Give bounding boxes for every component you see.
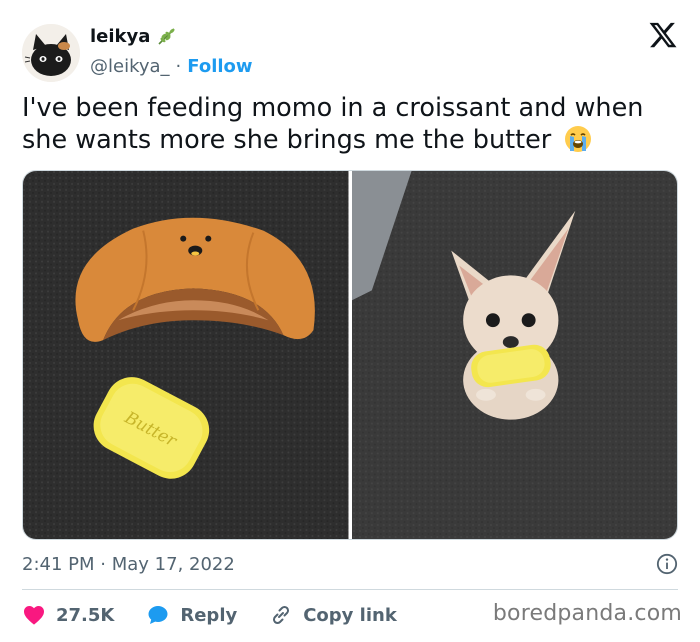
tweet-body: I've been feeding momo in a croissant an…: [22, 93, 644, 155]
link-icon: [273, 605, 290, 625]
author-display-name[interactable]: leikya: [90, 26, 150, 47]
black-cat-avatar-icon: [22, 24, 80, 82]
reply-label: Reply: [180, 604, 238, 626]
loudly-crying-face-icon: [563, 124, 593, 162]
x-logo-icon[interactable]: [648, 20, 678, 50]
reply-button[interactable]: Reply: [146, 603, 237, 627]
like-button[interactable]: 27.5K: [22, 603, 114, 627]
heart-icon: [24, 606, 44, 625]
watermark: boredpanda.com: [492, 601, 682, 626]
author-handle-row: @leikya_ · Follow: [90, 54, 253, 78]
timestamp-row: 2:41 PM · May 17, 2022: [22, 552, 678, 576]
separator-dot: ·: [175, 55, 182, 77]
follow-button[interactable]: Follow: [187, 56, 252, 77]
chihuahua-with-butter-toy-image: [351, 171, 677, 539]
author-name-row: leikya: [90, 24, 253, 48]
reply-bubble-icon: [148, 606, 168, 624]
like-count: 27.5K: [56, 604, 115, 626]
divider: [22, 589, 678, 590]
author-handle[interactable]: @leikya_: [90, 56, 170, 77]
media-image-dog[interactable]: [351, 171, 677, 539]
herb-icon: [158, 28, 175, 45]
tweet-text: I've been feeding momo in a croissant an…: [22, 92, 662, 162]
author-info: leikya @leikya_ · Follow: [90, 24, 253, 78]
tweet-date: May 17, 2022: [111, 553, 235, 575]
tweet-time: 2:41 PM: [22, 553, 95, 575]
croissant-plush-toy-image: Butter: [23, 171, 349, 539]
tweet-media[interactable]: Butter: [22, 170, 678, 540]
media-image-croissant[interactable]: Butter: [23, 171, 349, 539]
info-icon[interactable]: [656, 553, 678, 575]
copy-link-label: Copy link: [303, 604, 397, 626]
tweet-actions: 27.5K Reply Copy link: [22, 601, 429, 629]
author-avatar[interactable]: [22, 24, 80, 82]
timestamp-separator: ·: [100, 553, 106, 575]
copy-link-button[interactable]: Copy link: [269, 603, 397, 627]
tweet-timestamp[interactable]: 2:41 PM · May 17, 2022: [22, 554, 235, 575]
